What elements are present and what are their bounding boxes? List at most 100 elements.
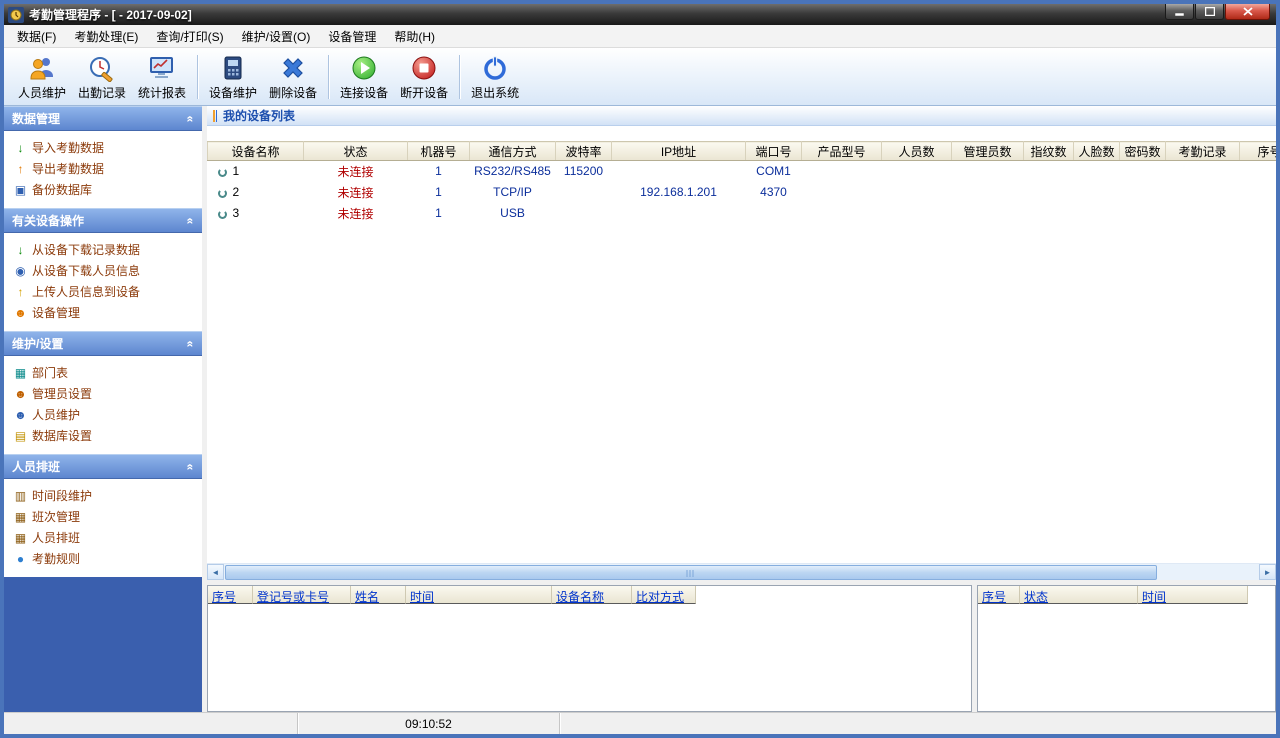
col-ip-address[interactable]: IP地址 — [611, 141, 746, 161]
sidebar-item-import-attendance-data[interactable]: 导入考勤数据 — [4, 137, 202, 158]
disconnect-device-button[interactable]: 断开设备 — [394, 50, 454, 103]
cell — [882, 182, 952, 203]
status-table-body — [978, 604, 1275, 711]
device-status: 未连接 — [337, 206, 374, 221]
sidebar-item-personnel-schedule[interactable]: 人员排班 — [4, 527, 202, 548]
col-face-count[interactable]: 人脸数 — [1073, 141, 1120, 161]
sidebar-item-department-table[interactable]: 部门表 — [4, 362, 202, 383]
sidebar-item-admin-settings[interactable]: 管理员设置 — [4, 383, 202, 404]
col-serial[interactable]: 序号 — [1239, 141, 1276, 161]
menu-help[interactable]: 帮助(H) — [385, 25, 444, 48]
cell: 4370 — [760, 185, 787, 199]
col-verify-mode[interactable]: 比对方式 — [632, 586, 696, 604]
sidebar-item-label: 从设备下载记录数据 — [32, 243, 141, 257]
col-fingerprint-count[interactable]: 指纹数 — [1023, 141, 1074, 161]
section-header-device-operations[interactable]: 有关设备操作 « — [4, 208, 202, 233]
section-list: 从设备下载记录数据 从设备下载人员信息 上传人员信息到设备 设备管理 — [4, 233, 202, 331]
col-port[interactable]: 端口号 — [745, 141, 802, 161]
attendance-record-icon — [88, 53, 116, 83]
device-icon — [217, 210, 227, 219]
col-admin-count[interactable]: 管理员数 — [951, 141, 1024, 161]
status-table-header: 序号 状态 时间 — [978, 586, 1275, 604]
section-header-maintain-settings[interactable]: 维护/设置 « — [4, 331, 202, 356]
device-icon — [217, 168, 227, 178]
status-segment: 09:10:52 — [298, 713, 560, 734]
status-time: 09:10:52 — [405, 716, 452, 731]
scroll-right-button[interactable]: ► — [1259, 564, 1276, 580]
attendance-record-button[interactable]: 出勤记录 — [72, 50, 132, 103]
col-status[interactable]: 状态 — [303, 141, 408, 161]
col-name[interactable]: 姓名 — [351, 586, 406, 604]
connect-device-button[interactable]: 连接设备 — [334, 50, 394, 103]
sidebar-item-upload-personnel[interactable]: 上传人员信息到设备 — [4, 281, 202, 302]
col-product-model[interactable]: 产品型号 — [801, 141, 882, 161]
close-button[interactable] — [1225, 4, 1270, 20]
col-device-name[interactable]: 设备名称 — [552, 586, 632, 604]
col-enroll-or-card-no[interactable]: 登记号或卡号 — [253, 586, 351, 604]
sidebar-item-label: 导出考勤数据 — [32, 162, 105, 176]
maximize-button[interactable] — [1195, 4, 1224, 20]
menu-data[interactable]: 数据(F) — [8, 25, 65, 48]
sidebar-item-download-records[interactable]: 从设备下载记录数据 — [4, 239, 202, 260]
collapse-chevron-icon[interactable]: « — [184, 115, 198, 122]
cell: 1 — [435, 206, 442, 220]
scrollbar-track[interactable] — [224, 564, 1259, 580]
device-row[interactable]: 1 未连接 1 RS232/RS485 115200 COM1 — [208, 161, 1277, 182]
horizontal-scrollbar[interactable]: ◄ ► — [207, 563, 1276, 580]
col-personnel-count[interactable]: 人员数 — [881, 141, 952, 161]
menu-device-management[interactable]: 设备管理 — [319, 25, 385, 48]
delete-device-icon — [279, 53, 307, 83]
panel-title: 我的设备列表 — [223, 109, 296, 123]
collapse-chevron-icon[interactable]: « — [184, 340, 198, 347]
col-serial[interactable]: 序号 — [208, 586, 253, 604]
col-status[interactable]: 状态 — [1020, 586, 1138, 604]
device-name: 2 — [232, 185, 240, 199]
section-header-personnel-schedule[interactable]: 人员排班 « — [4, 454, 202, 479]
sidebar-item-device-management[interactable]: 设备管理 — [4, 302, 202, 323]
col-comm-mode[interactable]: 通信方式 — [469, 141, 556, 161]
col-baud-rate[interactable]: 波特率 — [555, 141, 612, 161]
col-device-name[interactable]: 设备名称 — [207, 141, 304, 161]
device-table-region: 设备名称 状态 机器号 通信方式 波特率 IP地址 端口号 产品型号 人员数 管… — [207, 126, 1276, 563]
exit-system-button[interactable]: 退出系统 — [465, 50, 525, 103]
cell — [952, 161, 1024, 182]
sidebar-item-personnel-maintain[interactable]: 人员维护 — [4, 404, 202, 425]
sidebar-item-backup-database[interactable]: 备份数据库 — [4, 179, 202, 200]
device-row[interactable]: 3 未连接 1 USB — [208, 203, 1277, 224]
department-table-icon — [12, 367, 29, 379]
device-maintain-button[interactable]: 设备维护 — [203, 50, 263, 103]
sidebar-item-attendance-rules[interactable]: 考勤规则 — [4, 548, 202, 569]
sidebar-item-database-settings[interactable]: 数据库设置 — [4, 425, 202, 446]
col-machine-no[interactable]: 机器号 — [407, 141, 470, 161]
title-bar[interactable]: 考勤管理程序 - [ - 2017-09-02] — [4, 4, 1276, 25]
device-row[interactable]: 2 未连接 1 TCP/IP 192.168.1.201 4370 — [208, 182, 1277, 203]
col-time[interactable]: 时间 — [406, 586, 552, 604]
sidebar-item-shift-management[interactable]: 班次管理 — [4, 506, 202, 527]
section-list: 部门表 管理员设置 人员维护 数据库设置 — [4, 356, 202, 454]
sidebar-item-export-attendance-data[interactable]: 导出考勤数据 — [4, 158, 202, 179]
personnel-maintain-button[interactable]: 人员维护 — [12, 50, 72, 103]
cell — [1074, 182, 1120, 203]
menu-query-print[interactable]: 查询/打印(S) — [147, 25, 232, 48]
col-attendance-records[interactable]: 考勤记录 — [1165, 141, 1240, 161]
toolbar-separator — [328, 54, 330, 99]
scroll-left-button[interactable]: ◄ — [207, 564, 224, 580]
cell: 192.168.1.201 — [640, 185, 717, 199]
minimize-button[interactable] — [1165, 4, 1194, 20]
collapse-chevron-icon[interactable]: « — [184, 463, 198, 470]
scrollbar-thumb[interactable] — [225, 565, 1157, 580]
app-icon[interactable] — [8, 6, 24, 23]
sidebar: 数据管理 « 导入考勤数据 导出考勤数据 备份数据库 有关设备操作 « 从设备下… — [4, 106, 202, 712]
section-header-data-management[interactable]: 数据管理 « — [4, 106, 202, 131]
menu-maintain-settings[interactable]: 维护/设置(O) — [233, 25, 320, 48]
cell — [882, 161, 952, 182]
col-password-count[interactable]: 密码数 — [1119, 141, 1166, 161]
sidebar-item-time-period[interactable]: 时间段维护 — [4, 485, 202, 506]
sidebar-item-download-personnel[interactable]: 从设备下载人员信息 — [4, 260, 202, 281]
menu-attendance-processing[interactable]: 考勤处理(E) — [65, 25, 147, 48]
statistics-report-button[interactable]: 统计报表 — [132, 50, 192, 103]
col-serial[interactable]: 序号 — [978, 586, 1020, 604]
delete-device-button[interactable]: 删除设备 — [263, 50, 323, 103]
col-time[interactable]: 时间 — [1138, 586, 1248, 604]
collapse-chevron-icon[interactable]: « — [184, 217, 198, 224]
